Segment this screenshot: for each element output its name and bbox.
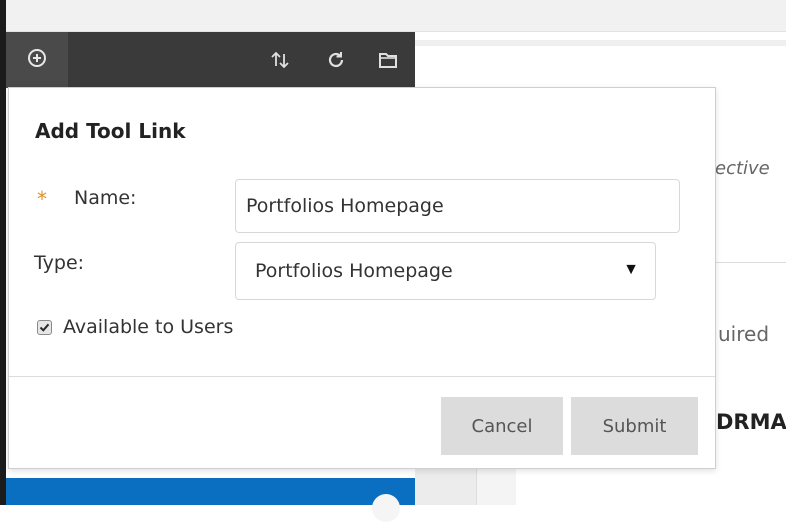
course-menu-toolbar [6, 32, 415, 88]
top-bar [6, 0, 786, 32]
sidebar-item-badge [372, 494, 400, 522]
dialog-title: Add Tool Link [35, 119, 186, 143]
checkmark-icon [39, 323, 50, 332]
submit-button[interactable]: Submit [571, 397, 698, 455]
available-to-users-label: Available to Users [63, 316, 234, 338]
folder-icon[interactable] [376, 48, 400, 72]
type-label: Type: [34, 252, 85, 274]
name-input[interactable] [235, 179, 680, 233]
dialog-divider [9, 376, 715, 377]
type-select-value: Portfolios Homepage [255, 260, 453, 282]
required-marker: * [37, 187, 47, 211]
background-text-fragment: ective [715, 158, 770, 179]
chevron-down-icon: ▼ [623, 261, 639, 278]
background-heading-fragment: DRMA [716, 410, 786, 434]
cancel-button[interactable]: Cancel [441, 397, 563, 455]
add-menu-item-button[interactable] [6, 32, 68, 88]
name-label: Name: [74, 187, 137, 209]
refresh-icon[interactable] [324, 48, 348, 72]
add-circle-icon [27, 48, 47, 73]
type-select[interactable]: Portfolios Homepage ▼ [235, 242, 656, 300]
sidebar-item-active[interactable] [6, 478, 415, 505]
background-band [415, 40, 786, 46]
available-to-users-checkbox[interactable] [37, 320, 52, 335]
background-text-fragment: uired [718, 322, 770, 346]
add-tool-link-dialog: Add Tool Link * Name: Type: Portfolios H… [8, 87, 716, 469]
sort-arrows-icon[interactable] [268, 48, 292, 72]
